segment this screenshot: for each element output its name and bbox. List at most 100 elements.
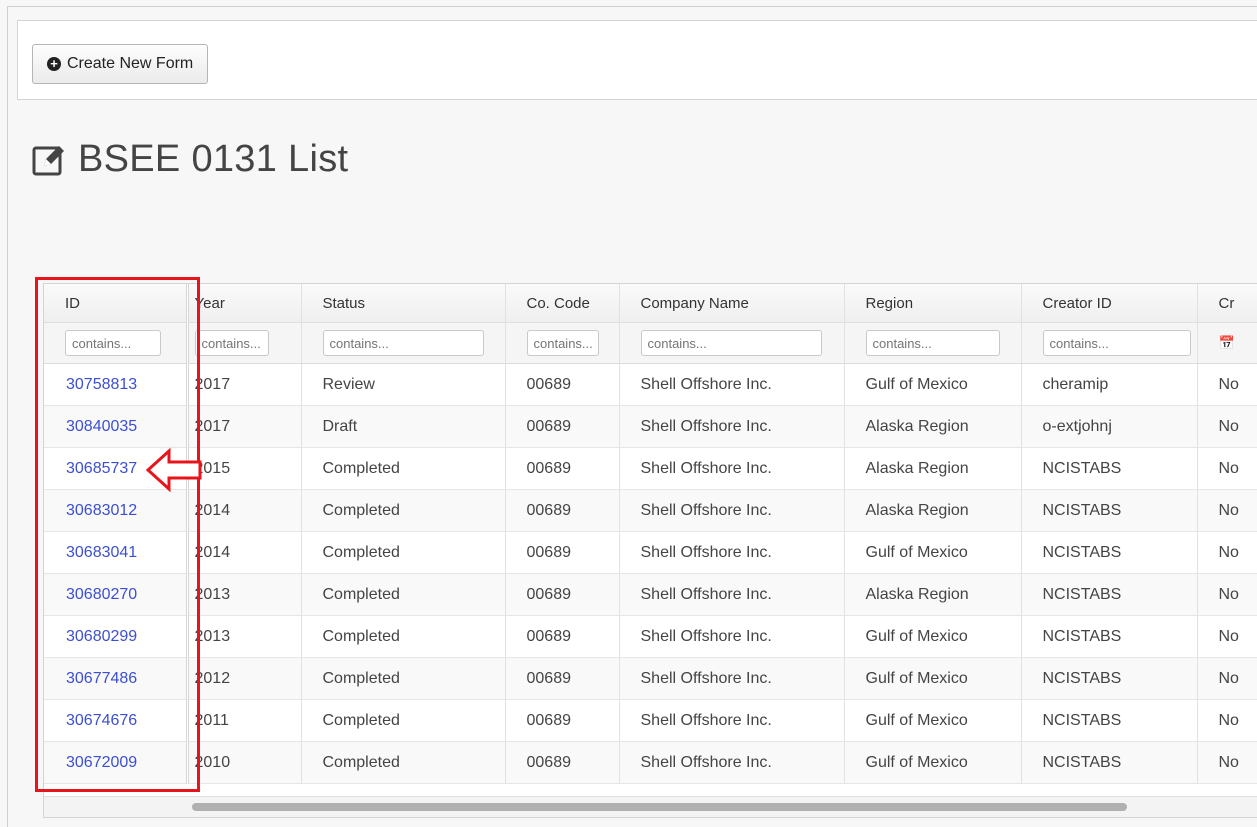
year-cell: 2013	[187, 573, 302, 616]
year-cell: 2014	[187, 531, 302, 574]
form-id-link[interactable]: 30672009	[66, 754, 137, 771]
page-title: BSEE 0131 List	[78, 138, 349, 180]
region-cell: Alaska Region	[844, 573, 1022, 616]
form-id-link[interactable]: 30677486	[66, 670, 137, 687]
table-row: 30672009 2010 Completed 00689 Shell Offs…	[44, 741, 1257, 784]
co-code-cell: 00689	[505, 741, 620, 784]
co-code-cell: 00689	[505, 405, 620, 448]
form-id-link[interactable]: 30758813	[66, 376, 137, 393]
region-cell: Gulf of Mexico	[844, 657, 1022, 700]
form-id-link[interactable]: 30683041	[66, 544, 137, 561]
table-row: 30685737 2015 Completed 00689 Shell Offs…	[44, 447, 1257, 490]
status-cell: Completed	[301, 573, 506, 616]
creator-id-cell: NCISTABS	[1021, 573, 1198, 616]
company-name-cell: Shell Offshore Inc.	[619, 447, 845, 490]
table-row: 30680299 2013 Completed 00689 Shell Offs…	[44, 615, 1257, 658]
co-code-cell: 00689	[505, 615, 620, 658]
created-cell: No	[1197, 405, 1257, 448]
created-cell: No	[1197, 657, 1257, 700]
year-cell: 2013	[187, 615, 302, 658]
table-row: 30758813 2017 Review 00689 Shell Offshor…	[44, 363, 1257, 406]
creator-id-cell: o-extjohnj	[1021, 405, 1198, 448]
filter-creator-id-input[interactable]	[1042, 330, 1191, 356]
year-cell: 2017	[187, 405, 302, 448]
forms-table: ID Year Status Co. Code Company Name Reg…	[44, 284, 1257, 784]
co-code-cell: 00689	[505, 699, 620, 742]
creator-id-cell: NCISTABS	[1021, 615, 1198, 658]
column-header-company-name[interactable]: Company Name	[619, 284, 845, 323]
region-cell: Gulf of Mexico	[844, 363, 1022, 406]
creator-id-cell: NCISTABS	[1021, 657, 1198, 700]
region-cell: Gulf of Mexico	[844, 531, 1022, 574]
status-cell: Draft	[301, 405, 506, 448]
created-cell: No	[1197, 573, 1257, 616]
table-row: 30677486 2012 Completed 00689 Shell Offs…	[44, 657, 1257, 700]
form-id-link[interactable]: 30685737	[66, 460, 137, 477]
table-row: 30674676 2011 Completed 00689 Shell Offs…	[44, 699, 1257, 742]
created-cell: No	[1197, 615, 1257, 658]
scrollbar-thumb[interactable]	[192, 803, 1127, 811]
co-code-cell: 00689	[505, 573, 620, 616]
status-cell: Completed	[301, 657, 506, 700]
status-cell: Completed	[301, 489, 506, 532]
column-header-id[interactable]: ID	[44, 284, 189, 323]
company-name-cell: Shell Offshore Inc.	[619, 657, 845, 700]
creator-id-cell: NCISTABS	[1021, 699, 1198, 742]
create-new-form-button[interactable]: + Create New Form	[32, 44, 209, 84]
status-cell: Completed	[301, 741, 506, 784]
column-header-region[interactable]: Region	[844, 284, 1022, 323]
filter-id-input[interactable]	[65, 330, 161, 356]
company-name-cell: Shell Offshore Inc.	[619, 699, 845, 742]
status-cell: Completed	[301, 699, 506, 742]
company-name-cell: Shell Offshore Inc.	[619, 573, 845, 616]
column-header-co-code[interactable]: Co. Code	[505, 284, 620, 323]
created-cell: No	[1197, 531, 1257, 574]
column-header-status[interactable]: Status	[301, 284, 506, 323]
table-row: 30683041 2014 Completed 00689 Shell Offs…	[44, 531, 1257, 574]
co-code-cell: 00689	[505, 447, 620, 490]
created-cell: No	[1197, 741, 1257, 784]
horizontal-scrollbar[interactable]	[44, 796, 1257, 817]
creator-id-cell: cheramip	[1021, 363, 1198, 406]
company-name-cell: Shell Offshore Inc.	[619, 741, 845, 784]
form-id-link[interactable]: 30840035	[66, 418, 137, 435]
created-cell: No	[1197, 699, 1257, 742]
filter-region-input[interactable]	[865, 330, 1000, 356]
year-cell: 2011	[187, 699, 302, 742]
filter-co-code-input[interactable]	[526, 330, 599, 356]
region-cell: Alaska Region	[844, 447, 1022, 490]
filter-year-input[interactable]	[194, 330, 269, 356]
created-cell: No	[1197, 489, 1257, 532]
created-cell: No	[1197, 363, 1257, 406]
table-row: 30683012 2014 Completed 00689 Shell Offs…	[44, 489, 1257, 532]
form-id-link[interactable]: 30683012	[66, 502, 137, 519]
filter-company-name-input[interactable]	[640, 330, 822, 356]
form-id-link[interactable]: 30674676	[66, 712, 137, 729]
region-cell: Gulf of Mexico	[844, 699, 1022, 742]
creator-id-cell: NCISTABS	[1021, 489, 1198, 532]
table-row: 30840035 2017 Draft 00689 Shell Offshore…	[44, 405, 1257, 448]
form-id-link[interactable]: 30680299	[66, 628, 137, 645]
co-code-cell: 00689	[505, 657, 620, 700]
filter-status-input[interactable]	[322, 330, 484, 356]
column-header-created[interactable]: Cr	[1197, 284, 1257, 323]
company-name-cell: Shell Offshore Inc.	[619, 531, 845, 574]
region-cell: Gulf of Mexico	[844, 741, 1022, 784]
status-cell: Completed	[301, 615, 506, 658]
year-cell: 2017	[187, 363, 302, 406]
toolbar: + Create New Form	[17, 20, 1257, 100]
company-name-cell: Shell Offshore Inc.	[619, 489, 845, 532]
edit-icon	[32, 145, 64, 175]
created-cell: No	[1197, 447, 1257, 490]
year-cell: 2015	[187, 447, 302, 490]
status-cell: Completed	[301, 447, 506, 490]
company-name-cell: Shell Offshore Inc.	[619, 363, 845, 406]
co-code-cell: 00689	[505, 363, 620, 406]
form-id-link[interactable]: 30680270	[66, 586, 137, 603]
column-header-creator-id[interactable]: Creator ID	[1021, 284, 1198, 323]
table-row: 30680270 2013 Completed 00689 Shell Offs…	[44, 573, 1257, 616]
creator-id-cell: NCISTABS	[1021, 447, 1198, 490]
region-cell: Alaska Region	[844, 405, 1022, 448]
calendar-icon[interactable]: 📅	[1219, 335, 1235, 350]
column-header-year[interactable]: Year	[187, 284, 302, 323]
